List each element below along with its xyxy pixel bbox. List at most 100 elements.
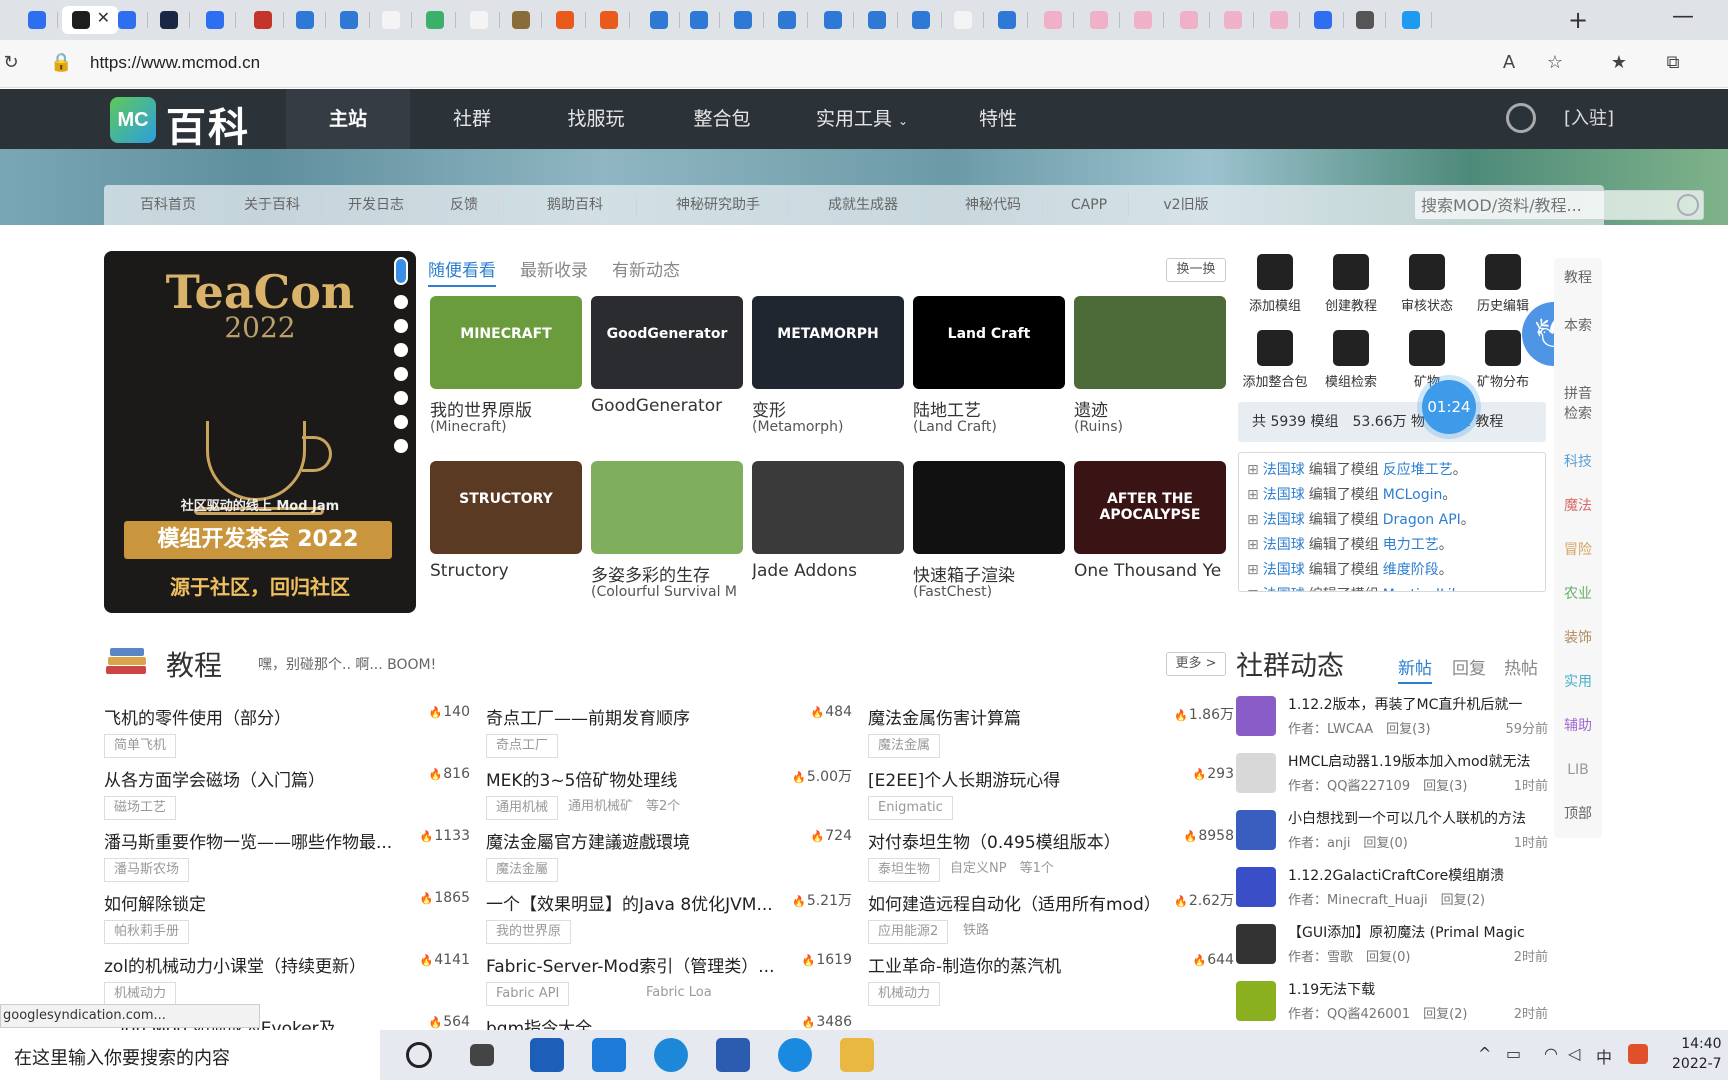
word-icon[interactable]: [716, 1038, 750, 1072]
mod-name[interactable]: GoodGenerator: [591, 396, 751, 416]
tutorial-item[interactable]: zol的机械动力小课堂（持续更新） 4141 机械动力: [104, 952, 470, 1010]
app-tray-icon[interactable]: [1628, 1044, 1648, 1064]
browser-tab[interactable]: [1260, 6, 1300, 34]
side-category[interactable]: LIB: [1564, 760, 1592, 780]
site-search-box[interactable]: [1414, 190, 1704, 220]
browser-tab[interactable]: [1080, 6, 1120, 34]
browser-tab[interactable]: [546, 6, 586, 34]
join-link[interactable]: [入驻]: [1564, 89, 1614, 149]
app-icon[interactable]: [778, 1038, 812, 1072]
side-category[interactable]: 冒险: [1554, 540, 1602, 560]
nav-community[interactable]: 社群: [410, 89, 534, 149]
avatar[interactable]: [1236, 696, 1276, 736]
browser-tab[interactable]: [244, 6, 284, 34]
browser-tab[interactable]: [902, 6, 942, 34]
tutorial-tag[interactable]: 泰坦生物: [868, 858, 941, 882]
mod-card[interactable]: GoodGenerator GoodGenerator: [591, 296, 743, 436]
post-title[interactable]: 1.12.2GalactiCraftCore模组崩溃: [1288, 865, 1548, 885]
side-category[interactable]: 本索: [1554, 316, 1602, 336]
quick-action[interactable]: 模组检索: [1314, 330, 1388, 390]
post-title[interactable]: 1.12.2版本，再装了MC直升机后就一: [1288, 694, 1548, 714]
mod-card[interactable]: 遗迹 (Ruins): [1074, 296, 1226, 436]
avatar[interactable]: [1236, 810, 1276, 850]
tutorial-title[interactable]: 魔法金屬官方建議遊戲環境: [486, 828, 782, 853]
feed-user-link[interactable]: 法国球: [1263, 537, 1305, 553]
tutorial-title[interactable]: 一个【效果明显】的Java 8优化JVM...: [486, 890, 782, 915]
mod-card[interactable]: Jade Addons: [752, 461, 904, 601]
mod-name[interactable]: 我的世界原版: [430, 396, 590, 421]
tutorial-tag[interactable]: 机械动力: [868, 982, 941, 1006]
browser-tab[interactable]: [680, 6, 720, 34]
side-category[interactable]: 装饰: [1554, 628, 1602, 648]
subnav-item[interactable]: 神秘代码: [948, 185, 1038, 225]
subnav-item[interactable]: 反馈: [434, 185, 494, 225]
browser-tab[interactable]: [640, 6, 680, 34]
browser-tab[interactable]: [372, 6, 412, 34]
nav-tools[interactable]: 实用工具 ⌄: [800, 89, 924, 149]
mod-card[interactable]: STRUCTORY Structory: [430, 461, 582, 601]
carousel-dot[interactable]: [394, 343, 408, 357]
browser-tab[interactable]: [1034, 6, 1074, 34]
browser-tab[interactable]: [1304, 6, 1344, 34]
timer-badge[interactable]: 01:24: [1422, 380, 1476, 434]
tutorial-tag-extra[interactable]: 铁路: [963, 920, 989, 942]
feed-user-link[interactable]: 法国球: [1263, 462, 1305, 478]
browser-tab[interactable]: [858, 6, 898, 34]
favorites-icon[interactable]: ★: [1608, 52, 1630, 74]
avatar[interactable]: [1236, 753, 1276, 793]
browser-tab[interactable]: [944, 6, 984, 34]
mod-name[interactable]: 多姿多彩的生存: [591, 561, 751, 586]
community-post[interactable]: 1.12.2GalactiCraftCore模组崩溃 作者：Minecraft_H…: [1236, 865, 1548, 921]
tutorial-tag[interactable]: 简单飞机: [104, 734, 177, 758]
clock[interactable]: 14:40 2022-7: [1672, 1034, 1722, 1074]
task-view-icon[interactable]: [470, 1044, 494, 1066]
tutorial-title[interactable]: [E2EE]个人长期游玩心得: [868, 766, 1164, 791]
side-category[interactable]: 科技: [1554, 452, 1602, 472]
carousel-dot[interactable]: [394, 391, 408, 405]
nav-main[interactable]: 主站: [286, 89, 410, 149]
minimize-window-button[interactable]: —: [1672, 4, 1694, 29]
tutorial-item[interactable]: 如何建造远程自动化（适用所有mod） 2.62万应用能源2 铁路: [868, 890, 1234, 948]
volume-icon[interactable]: ◁: [1568, 1044, 1580, 1063]
browser-tab[interactable]: [1124, 6, 1164, 34]
logo-text[interactable]: 百科: [166, 95, 250, 153]
tab-new-posts[interactable]: 新帖: [1398, 654, 1432, 684]
tutorial-title[interactable]: MEK的3~5倍矿物处理线: [486, 766, 782, 791]
subnav-item[interactable]: 开发日志: [328, 185, 424, 225]
app-icon[interactable]: [530, 1038, 564, 1072]
feed-mod-link[interactable]: 电力工艺: [1383, 537, 1439, 553]
browser-tab[interactable]: [814, 6, 854, 34]
tutorial-tag[interactable]: 磁场工艺: [104, 796, 177, 820]
subnav-item[interactable]: CAPP: [1054, 185, 1124, 225]
subnav-item[interactable]: 成就生成器: [802, 185, 924, 225]
feed-user-link[interactable]: 法国球: [1263, 562, 1305, 578]
mod-card[interactable]: METAMORPH 变形 (Metamorph): [752, 296, 904, 436]
feed-mod-link[interactable]: Dragon API: [1383, 512, 1461, 528]
browser-tab[interactable]: [724, 6, 764, 34]
taskbar-search[interactable]: 在这里输入你要搜索的内容: [0, 1030, 380, 1080]
quick-action[interactable]: 添加模组: [1238, 254, 1312, 314]
nav-modpacks[interactable]: 整合包: [660, 89, 784, 149]
side-category[interactable]: 实用: [1554, 672, 1602, 692]
tutorial-title[interactable]: zol的机械动力小课堂（持续更新）: [104, 952, 400, 977]
mod-thumbnail[interactable]: AFTER THE APOCALYPSE: [1074, 461, 1226, 554]
avatar[interactable]: [1236, 924, 1276, 964]
tutorial-title[interactable]: 从各方面学会磁场（入门篇）: [104, 766, 400, 791]
feed-mod-link[interactable]: 反应堆工艺: [1383, 462, 1453, 478]
cortana-icon[interactable]: [406, 1042, 432, 1068]
search-icon[interactable]: [1677, 194, 1699, 216]
post-title[interactable]: 1.19无法下载: [1288, 979, 1548, 999]
collections-icon[interactable]: ⧉: [1662, 52, 1684, 74]
tutorial-title[interactable]: 对付泰坦生物（0.495模组版本）: [868, 828, 1164, 853]
url-text[interactable]: https://www.mcmod.cn: [90, 53, 260, 73]
tutorial-tag[interactable]: 帕秋莉手册: [104, 920, 190, 944]
mod-thumbnail[interactable]: STRUCTORY: [430, 461, 582, 554]
browser-tab[interactable]: [1214, 6, 1254, 34]
carousel-dot[interactable]: [394, 367, 408, 381]
mod-thumbnail[interactable]: [1074, 296, 1226, 389]
file-explorer-icon[interactable]: [840, 1038, 874, 1072]
browser-tab[interactable]: [502, 6, 542, 34]
post-title[interactable]: HMCL启动器1.19版本加入mod就无法: [1288, 751, 1548, 771]
subnav-item[interactable]: 百科首页: [120, 185, 216, 225]
mod-name[interactable]: 遗迹: [1074, 396, 1234, 421]
